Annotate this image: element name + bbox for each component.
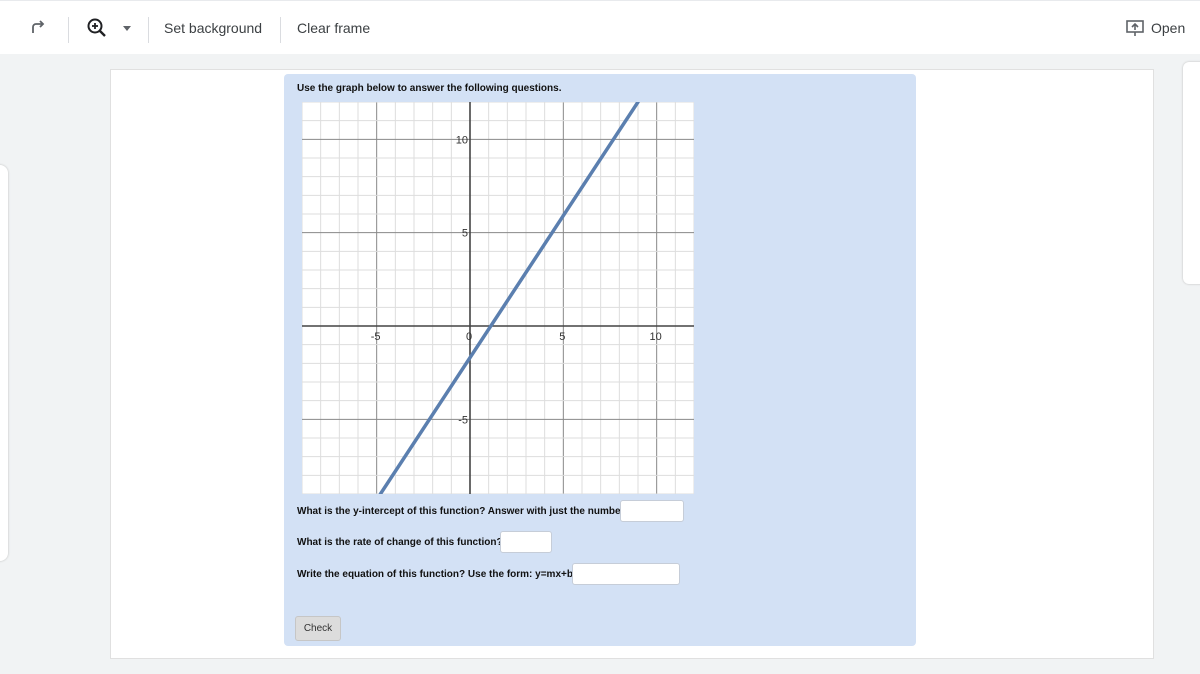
check-button[interactable]: Check <box>295 616 341 641</box>
y-intercept-input[interactable] <box>620 500 684 522</box>
present-icon <box>1126 20 1144 36</box>
zoom-in-icon <box>87 18 106 37</box>
y-tick-label: -5 <box>458 414 468 426</box>
open-label: Open <box>1151 20 1186 36</box>
toolbar-divider <box>280 17 281 43</box>
open-button[interactable]: Open <box>1125 1 1185 55</box>
x-tick-label: 10 <box>650 331 662 343</box>
set-background-button[interactable]: Set background <box>164 1 262 55</box>
x-tick-label: 5 <box>559 331 565 343</box>
question-rate-of-change: What is the rate of change of this funct… <box>297 537 503 548</box>
toolbar-divider <box>68 17 69 43</box>
zoom-button[interactable] <box>86 1 108 55</box>
toolbar-divider <box>148 17 149 43</box>
x-tick-label: 0 <box>466 331 472 343</box>
line-graph: -5 0 5 10 -5 5 10 <box>301 100 695 496</box>
dropdown-arrow-icon <box>123 26 131 31</box>
redo-icon <box>32 20 45 33</box>
graph-background <box>302 102 694 494</box>
rate-of-change-input[interactable] <box>500 531 552 553</box>
redo-button[interactable] <box>28 1 48 55</box>
right-side-panel-edge <box>1183 62 1200 284</box>
question-equation: Write the equation of this function? Use… <box>297 569 576 580</box>
instruction-text: Use the graph below to answer the follow… <box>297 83 562 94</box>
question-y-intercept: What is the y-intercept of this function… <box>297 506 627 517</box>
coordinate-graph: -5 0 5 10 -5 5 10 <box>301 100 695 499</box>
y-tick-label: 5 <box>462 228 468 240</box>
y-tick-label: 10 <box>456 134 468 146</box>
equation-input[interactable] <box>572 563 680 585</box>
x-tick-label: -5 <box>371 331 381 343</box>
zoom-dropdown[interactable] <box>122 1 132 55</box>
toolbar: Set background Clear frame Open <box>0 0 1200 55</box>
clear-frame-button[interactable]: Clear frame <box>297 1 370 55</box>
left-side-panel-edge <box>0 165 8 561</box>
